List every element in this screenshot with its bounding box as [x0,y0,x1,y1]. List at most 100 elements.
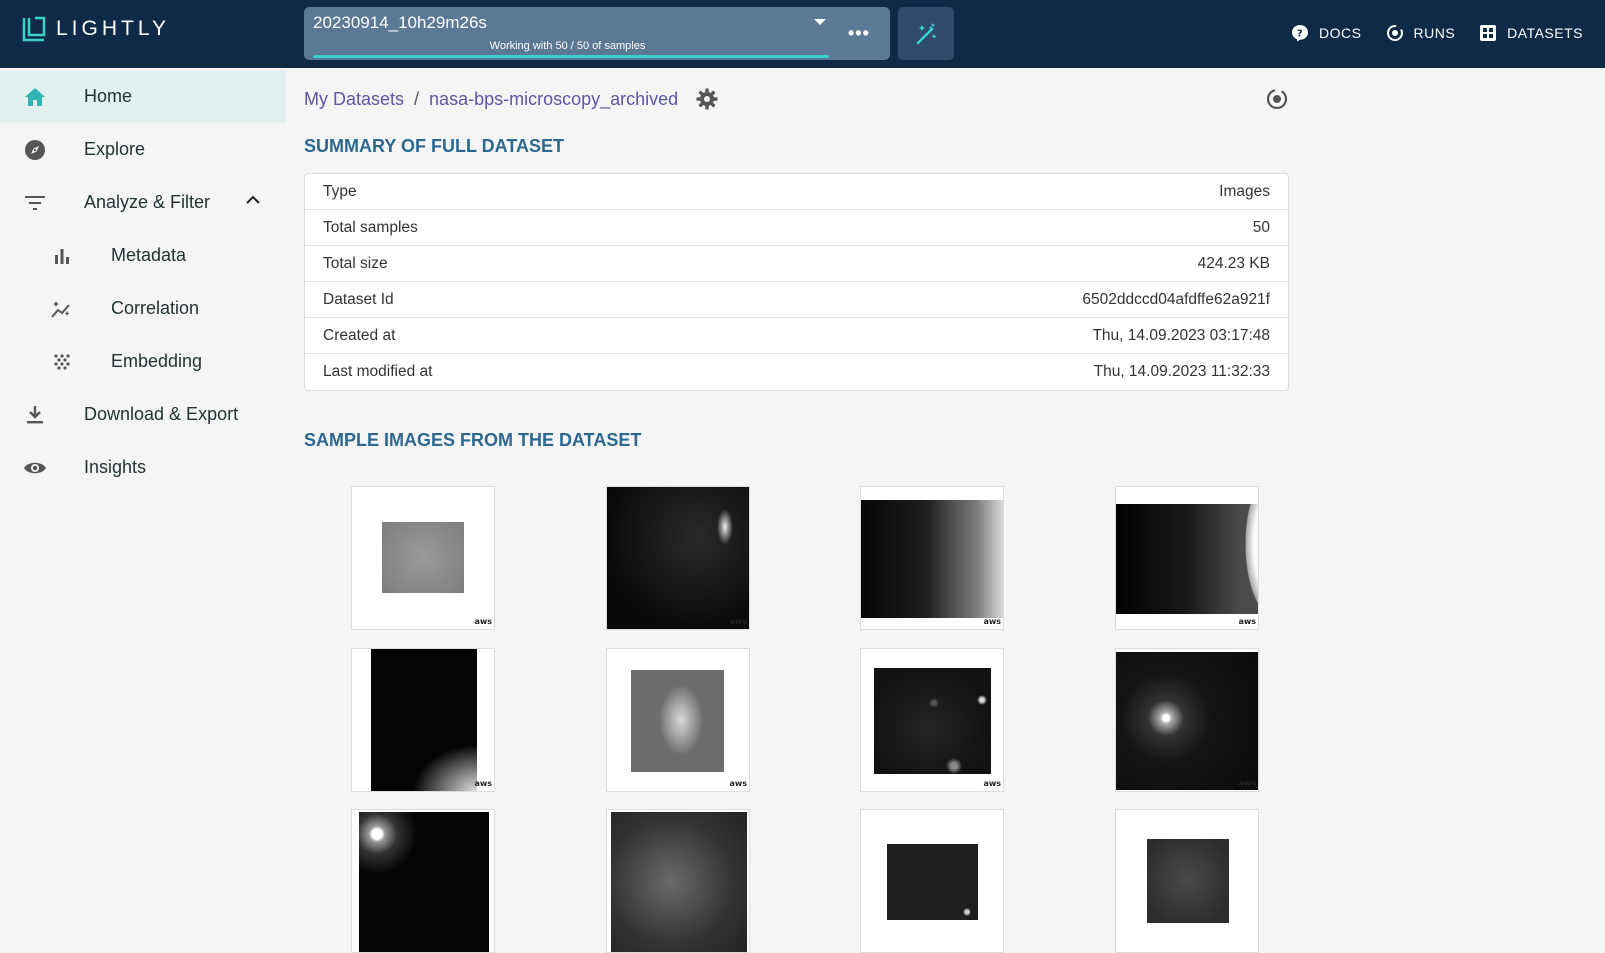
sample-thumbnail[interactable] [1115,809,1259,953]
tag-progress-bar [313,55,829,58]
aws-badge: aws [983,779,1001,788]
summary-title: SUMMARY OF FULL DATASET [304,136,564,156]
breadcrumb-my-datasets[interactable]: My Datasets [304,89,404,110]
table-row: Created at Thu, 14.09.2023 03:17:48 [305,318,1288,354]
sample-image [611,812,747,952]
sidebar-item-label: Embedding [111,351,203,371]
sample-image [861,500,1003,618]
breadcrumb: My Datasets / nasa-bps-microscopy_archiv… [304,88,718,110]
svg-text:?: ? [1297,29,1303,40]
aws-badge: aws [474,617,492,626]
row-value: Thu, 14.09.2023 03:17:48 [1092,326,1270,344]
row-label: Type [323,182,357,200]
row-value: Images [1219,182,1270,200]
magic-wand-icon [916,22,937,44]
table-row: Total size 424.23 KB [305,246,1288,282]
tag-sample-count: Working with 50 / 50 of samples [489,40,646,52]
aws-badge: aws [729,617,747,626]
top-nav: ? DOCS RUNS DATASETS [1291,0,1583,66]
aws-badge: aws [983,617,1001,626]
sample-image [887,844,978,920]
eye-icon [23,456,47,480]
sample-thumbnail[interactable]: aws [1115,486,1259,630]
sample-image [1147,839,1229,923]
sample-thumbnail[interactable]: aws [606,648,750,792]
sidebar-item-label: Explore [84,139,146,159]
visibility-toggle-icon[interactable] [1265,87,1289,116]
table-row: Last modified at Thu, 14.09.2023 11:32:33 [305,354,1288,390]
sparkle-chart-icon [50,297,74,321]
row-label: Dataset Id [323,290,394,308]
download-icon [23,403,47,427]
filter-icon [23,191,47,215]
samples-title: SAMPLE IMAGES FROM THE DATASET [304,430,642,450]
home-icon [23,85,47,109]
sample-image [1116,652,1258,790]
sample-thumbnail[interactable] [606,809,750,953]
row-value: 6502ddccd04afdffe62a921f [1082,290,1270,308]
sample-image [631,670,724,772]
sample-image [382,522,464,593]
sidebar-item-analyze-filter[interactable]: Analyze & Filter [0,176,286,229]
aws-badge: aws [1238,617,1256,626]
row-label: Total size [323,254,388,272]
sample-thumbnail[interactable]: aws [860,486,1004,630]
sample-image [359,812,489,952]
scatter-dots-icon [50,350,74,374]
dropdown-caret-icon[interactable] [814,19,826,25]
bar-chart-icon [50,244,74,268]
sample-thumbnail[interactable] [351,809,495,953]
lightly-logo[interactable]: LIGHTLY [22,16,170,42]
breadcrumb-separator: / [414,88,420,109]
sidebar-item-label: Metadata [111,245,187,265]
sample-thumbnail[interactable]: aws [351,486,495,630]
sample-image [607,487,749,629]
row-value: Thu, 14.09.2023 11:32:33 [1093,363,1270,380]
table-row: Type Images [305,174,1288,210]
sample-thumbnail[interactable]: aws [351,648,495,792]
nav-runs[interactable]: RUNS [1386,24,1456,42]
table-row: Dataset Id 6502ddccd04afdffe62a921f [305,282,1288,318]
sidebar-item-label: Analyze & Filter [84,192,211,212]
row-value: 424.23 KB [1197,254,1270,272]
more-options-icon[interactable]: ••• [848,23,870,44]
gear-icon[interactable] [696,88,718,110]
tag-name: 20230914_10h29m26s [313,13,487,32]
summary-table: Type Images Total samples 50 Total size 424… [304,173,1289,391]
grid-icon [1480,25,1497,41]
sample-thumbnail[interactable]: aws [606,486,750,630]
sidebar-item-embedding[interactable]: Embedding [0,335,286,388]
nav-docs-label: DOCS [1319,25,1362,41]
row-label: Total samples [323,218,418,236]
row-label: Last modified at [323,363,433,380]
sidebar-item-label: Download & Export [84,404,239,424]
sidebar-item-insights[interactable]: Insights [0,441,286,494]
sample-thumbnail[interactable]: aws [860,648,1004,792]
chevron-up-icon[interactable] [246,195,260,205]
sample-thumbnail[interactable] [860,809,1004,953]
nav-datasets[interactable]: DATASETS [1479,24,1583,42]
tag-selector[interactable]: 20230914_10h29m26s Working with 50 / 50 … [304,7,890,60]
breadcrumb-dataset-name[interactable]: nasa-bps-microscopy_archived [429,89,678,110]
help-bubble-icon: ? [1292,25,1309,42]
sidebar-item-label: Insights [84,457,147,477]
top-bar: LIGHTLY 20230914_10h29m26s Working with … [0,0,1605,68]
sample-image [874,668,991,774]
sidebar-item-download-export[interactable]: Download & Export [0,388,286,441]
logo-mark-icon [22,16,46,42]
magic-wand-button[interactable] [898,7,954,60]
logo-text: LIGHTLY [56,17,170,40]
sample-thumbnail[interactable]: aws [1115,648,1259,792]
main-content: My Datasets / nasa-bps-microscopy_archiv… [304,68,1289,953]
sidebar-item-label: Home [84,86,133,106]
sidebar-item-metadata[interactable]: Metadata [0,229,286,282]
aws-badge: aws [729,779,747,788]
sidebar: Home Explore Analyze & Filter Metadata C… [0,68,286,926]
nav-docs[interactable]: ? DOCS [1291,24,1361,42]
compass-icon [23,138,47,162]
sidebar-item-home[interactable]: Home [0,70,286,123]
sidebar-item-correlation[interactable]: Correlation [0,282,286,335]
sidebar-item-explore[interactable]: Explore [0,123,286,176]
row-value: 50 [1252,218,1270,236]
row-label: Created at [323,326,396,344]
